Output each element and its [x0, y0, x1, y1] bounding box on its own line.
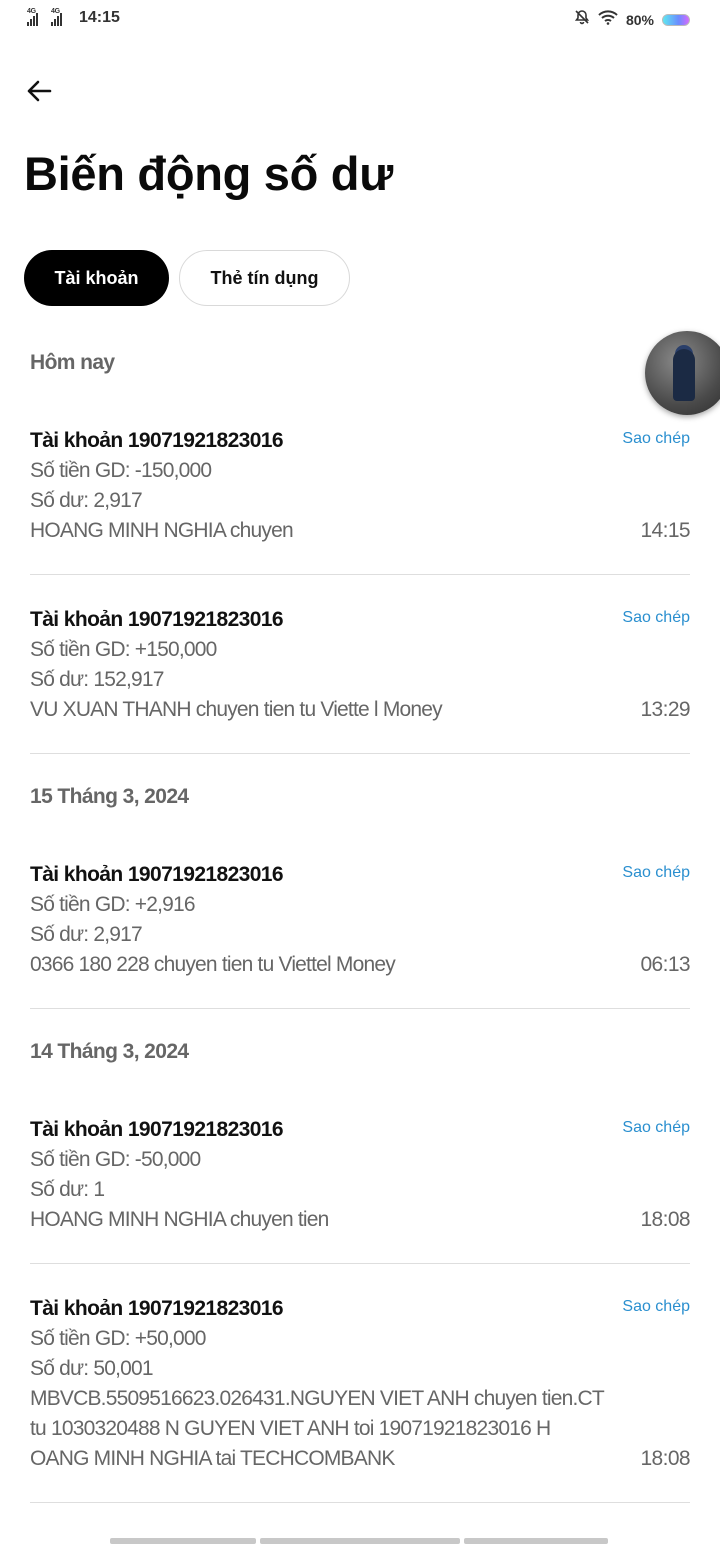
transaction-item[interactable]: Tài khoản 19071921823016 Sao chép Số tiề…	[30, 605, 691, 725]
overlay-bar	[464, 1538, 608, 1544]
txn-time: 13:29	[640, 698, 690, 721]
txn-balance: Số dư: 50,001	[30, 1357, 154, 1380]
txn-account: Tài khoản 19071921823016	[30, 1297, 284, 1320]
battery-percent: 80%	[625, 11, 654, 28]
overlay-bar	[260, 1538, 460, 1544]
txn-description: HOANG MINH NGHIA chuyen	[30, 519, 294, 542]
overlay-bar	[110, 1538, 256, 1544]
copy-button[interactable]: Sao chép	[622, 1119, 690, 1137]
signal-icon: 4G	[27, 8, 47, 26]
arrow-left-icon	[27, 80, 52, 102]
txn-time: 18:08	[640, 1447, 690, 1470]
mute-bell-icon	[574, 9, 590, 30]
divider	[30, 1502, 690, 1503]
transaction-item[interactable]: Tài khoản 19071921823016 Sao chép Số tiề…	[30, 1294, 691, 1474]
copy-button[interactable]: Sao chép	[622, 430, 690, 448]
copy-button[interactable]: Sao chép	[622, 864, 690, 882]
txn-balance: Số dư: 152,917	[30, 668, 164, 691]
floating-avatar-bubble[interactable]	[645, 331, 720, 415]
copy-button[interactable]: Sao chép	[622, 1298, 690, 1316]
txn-account: Tài khoản 19071921823016	[30, 1118, 284, 1141]
txn-account: Tài khoản 19071921823016	[30, 429, 284, 452]
divider	[30, 574, 690, 575]
txn-description: MBVCB.5509516623.026431.NGUYEN VIET ANH …	[30, 1387, 604, 1470]
txn-description: VU XUAN THANH chuyen tien tu Viette l Mo…	[30, 698, 443, 721]
txn-amount: Số tiền GD: -150,000	[30, 459, 212, 482]
divider	[30, 753, 690, 754]
divider	[30, 1008, 690, 1009]
status-left: 4G 4G 14:15	[27, 8, 120, 27]
txn-amount: Số tiền GD: -50,000	[30, 1148, 201, 1171]
transaction-item[interactable]: Tài khoản 19071921823016 Sao chép Số tiề…	[30, 860, 691, 980]
txn-account: Tài khoản 19071921823016	[30, 608, 284, 631]
section-date: 15 Tháng 3, 2024	[30, 785, 189, 808]
txn-description-row: 0366 180 228 chuyen tien tu Viettel Mone…	[30, 950, 691, 980]
txn-balance: Số dư: 1	[30, 1178, 105, 1201]
section-date: 14 Tháng 3, 2024	[30, 1040, 189, 1063]
txn-balance: Số dư: 2,917	[30, 489, 143, 512]
txn-description-row: HOANG MINH NGHIA chuyen 14:15	[30, 516, 691, 546]
txn-description-row: HOANG MINH NGHIA chuyen tien 18:08	[30, 1205, 691, 1235]
signal-icon: 4G	[51, 8, 71, 26]
txn-amount: Số tiền GD: +50,000	[30, 1327, 206, 1350]
status-bar: 4G 4G 14:15 80%	[0, 0, 720, 38]
copy-button[interactable]: Sao chép	[622, 609, 690, 627]
txn-description: 0366 180 228 chuyen tien tu Viettel Mone…	[30, 953, 396, 976]
section-date-today: Hôm nay	[30, 351, 115, 374]
txn-description-row: MBVCB.5509516623.026431.NGUYEN VIET ANH …	[30, 1384, 691, 1474]
tab-credit-card[interactable]: Thẻ tín dụng	[179, 250, 350, 306]
wifi-icon	[598, 9, 618, 30]
txn-amount: Số tiền GD: +150,000	[30, 638, 217, 661]
txn-time: 14:15	[640, 519, 690, 542]
status-time: 14:15	[79, 9, 120, 26]
txn-time: 06:13	[640, 953, 690, 976]
page-title: Biến động số dư	[24, 147, 393, 200]
txn-description-row: VU XUAN THANH chuyen tien tu Viette l Mo…	[30, 695, 691, 725]
txn-account: Tài khoản 19071921823016	[30, 863, 284, 886]
transaction-item[interactable]: Tài khoản 19071921823016 Sao chép Số tiề…	[30, 1115, 691, 1235]
tab-account[interactable]: Tài khoản	[24, 250, 169, 306]
battery-icon	[662, 13, 690, 26]
txn-balance: Số dư: 2,917	[30, 923, 143, 946]
status-right: 80%	[574, 9, 690, 30]
txn-amount: Số tiền GD: +2,916	[30, 893, 196, 916]
avatar-figure-body	[673, 349, 695, 401]
transaction-item[interactable]: Tài khoản 19071921823016 Sao chép Số tiề…	[30, 426, 691, 546]
tab-bar: Tài khoản Thẻ tín dụng	[24, 250, 350, 306]
back-button[interactable]	[22, 74, 56, 108]
txn-description: HOANG MINH NGHIA chuyen tien	[30, 1208, 329, 1231]
txn-time: 18:08	[640, 1208, 690, 1231]
divider	[30, 1263, 690, 1264]
